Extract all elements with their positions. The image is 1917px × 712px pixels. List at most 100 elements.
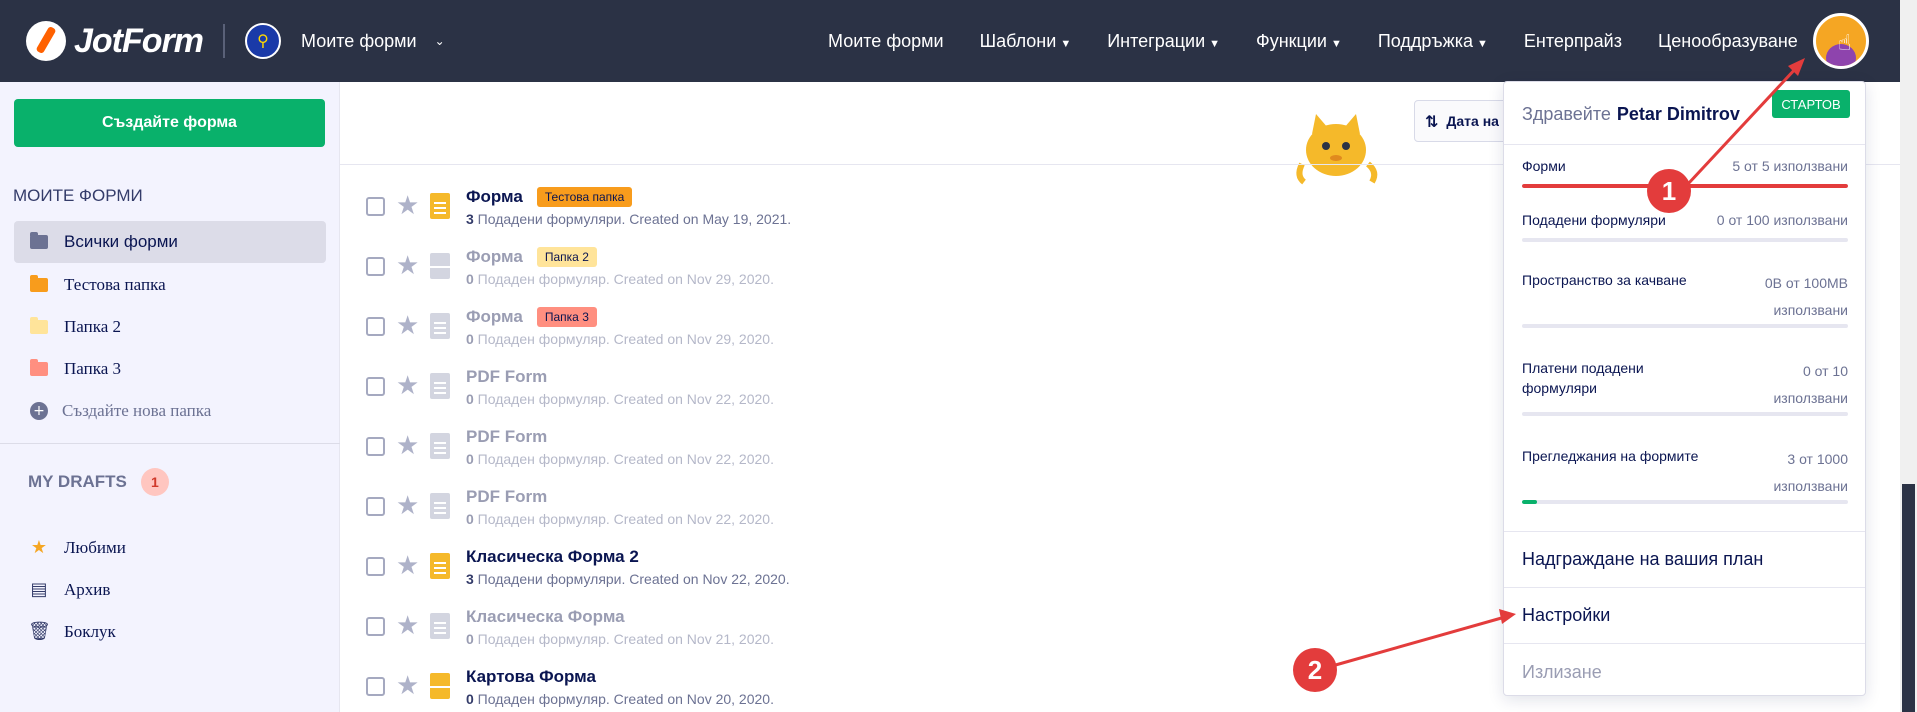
form-row[interactable]: ★ Форма Папка 2 0 Подаден формуляр. Created… — [366, 243, 1266, 303]
form-meta-text: Подадени формуляри. Created on May 19, 2… — [473, 211, 792, 227]
document-icon — [430, 313, 450, 339]
folder-tag[interactable]: Папка 2 — [536, 247, 597, 267]
nav-link[interactable]: Интеграции ▼ — [1107, 31, 1220, 52]
form-row[interactable]: ★ Форма Папка 3 0 Подаден формуляр. Created… — [366, 303, 1266, 363]
logo-text: JotForm — [74, 21, 204, 60]
favorite-star-icon[interactable]: ★ — [396, 611, 419, 641]
favorite-star-icon[interactable]: ★ — [396, 191, 419, 221]
sidebar-item-test-folder[interactable]: Тестова папка — [14, 264, 326, 306]
document-icon — [430, 613, 450, 639]
sort-label: Дата на — [1446, 113, 1499, 129]
nav-link[interactable]: Функции ▼ — [1256, 31, 1342, 52]
usage-label: Платени подадени формуляри — [1522, 360, 1644, 396]
form-row[interactable]: ★ PDF Form 0 Подаден формуляр. Created on … — [366, 483, 1266, 543]
pointer-hand-icon: ☝ — [1838, 30, 1852, 55]
form-meta: 0 Подаден формуляр. Created on Nov 22, 2… — [466, 511, 774, 527]
form-title[interactable]: Форма — [466, 307, 523, 327]
sidebar-link-favorites[interactable]: ★ Любими — [28, 537, 126, 558]
nav-link[interactable]: Ценообразуване — [1658, 31, 1798, 52]
favorite-star-icon[interactable]: ★ — [396, 311, 419, 341]
form-select-checkbox[interactable] — [366, 437, 385, 456]
usage-progress-fill — [1522, 500, 1537, 504]
submission-count: 0 — [466, 511, 474, 527]
submission-count: 0 — [466, 451, 474, 467]
myforms-switcher-label: Моите форми — [301, 30, 417, 51]
star-icon: ★ — [30, 537, 48, 558]
form-title-row: PDF Form — [466, 487, 547, 507]
form-meta-text: Подаден формуляр. Created on Nov 20, 202… — [473, 691, 774, 707]
sidebar-link-archive[interactable]: ▤ Архив — [28, 579, 110, 600]
form-select-checkbox[interactable] — [366, 377, 385, 396]
annotation-marker-1: 1 — [1647, 169, 1691, 213]
nav-link-label: Шаблони — [979, 30, 1057, 51]
form-row[interactable]: ★ Картова Форма 0 Подаден формуляр. Create… — [366, 663, 1266, 712]
page-scrollbar-thumb[interactable] — [1902, 484, 1915, 712]
form-select-checkbox[interactable] — [366, 257, 385, 276]
favorite-star-icon[interactable]: ★ — [396, 371, 419, 401]
nav-divider — [223, 24, 225, 58]
dropdown-divider — [1504, 643, 1865, 644]
favorite-star-icon[interactable]: ★ — [396, 671, 419, 701]
favorite-star-icon[interactable]: ★ — [396, 551, 419, 581]
folder-tag[interactable]: Тестова папка — [536, 187, 633, 207]
form-title[interactable]: PDF Form — [466, 487, 547, 507]
usage-value: 0 от 10 използвани — [1773, 363, 1848, 406]
form-select-checkbox[interactable] — [366, 557, 385, 576]
form-title[interactable]: Картова Форма — [466, 667, 596, 687]
sidebar-item-all-forms[interactable]: Всички форми — [14, 221, 326, 263]
create-form-button[interactable]: Създайте форма — [14, 99, 325, 147]
top-navigation-bar: JotForm ⚲ Моите форми ⌄ Моите форми Шабло… — [0, 0, 1900, 82]
form-row[interactable]: ★ Класическа Форма 2 3 Подадени формуляри.… — [366, 543, 1266, 603]
sidebar-link-label: Архив — [64, 579, 111, 599]
form-row[interactable]: ★ Форма Тестова папка 3 Подадени формуляри.… — [366, 183, 1266, 243]
usage-value: 0 от 100 използвани — [1716, 212, 1848, 228]
favorite-star-icon[interactable]: ★ — [396, 431, 419, 461]
form-title[interactable]: Класическа Форма — [466, 607, 625, 627]
form-title[interactable]: PDF Form — [466, 367, 547, 387]
sidebar-item-folder-2[interactable]: Папка 2 — [14, 306, 326, 348]
form-select-checkbox[interactable] — [366, 677, 385, 696]
form-meta: 0 Подаден формуляр. Created on Nov 22, 2… — [466, 391, 774, 407]
form-row[interactable]: ★ PDF Form 0 Подаден формуляр. Created on … — [366, 363, 1266, 423]
caret-down-icon: ▼ — [1330, 37, 1342, 50]
sidebar-link-trash[interactable]: 🗑 Боклук — [28, 621, 116, 642]
submission-count: 3 — [466, 571, 474, 587]
logout-link[interactable]: Излизане — [1522, 662, 1602, 683]
nav-link[interactable]: Моите форми — [828, 31, 944, 52]
user-avatar[interactable]: ☝ — [1813, 13, 1869, 69]
form-select-checkbox[interactable] — [366, 617, 385, 636]
form-row[interactable]: ★ Класическа Форма 0 Подаден формуляр. Cre… — [366, 603, 1266, 663]
form-title[interactable]: PDF Form — [466, 427, 547, 447]
upgrade-plan-link[interactable]: Надграждане на вашия план — [1522, 549, 1763, 570]
create-new-folder[interactable]: + Създайте нова папка — [14, 390, 326, 432]
nav-link[interactable]: Шаблони ▼ — [980, 31, 1072, 52]
settings-link[interactable]: Настройки — [1522, 605, 1610, 626]
jotform-logo-icon — [26, 21, 66, 61]
favorite-star-icon[interactable]: ★ — [396, 491, 419, 521]
form-title[interactable]: Форма — [466, 187, 523, 207]
form-title[interactable]: Класическа Форма 2 — [466, 547, 639, 567]
nav-link-label: Ценообразуване — [1657, 30, 1798, 51]
my-drafts[interactable]: MY DRAFTS 1 — [28, 468, 169, 496]
nav-link[interactable]: Ентерпрайз — [1524, 31, 1622, 52]
sidebar-item-folder-3[interactable]: Папка 3 — [14, 348, 326, 390]
dropdown-divider — [1504, 144, 1865, 145]
form-select-checkbox[interactable] — [366, 317, 385, 336]
form-title-row: Класическа Форма — [466, 607, 625, 627]
plan-badge[interactable]: СТАРТОВ — [1772, 90, 1850, 118]
form-meta-text: Подаден формуляр. Created on Nov 22, 202… — [473, 391, 774, 407]
myforms-switcher[interactable]: Моите форми ⌄ — [301, 31, 445, 52]
caret-down-icon: ▼ — [1209, 37, 1221, 50]
favorite-star-icon[interactable]: ★ — [396, 251, 419, 281]
form-title[interactable]: Форма — [466, 247, 523, 267]
submission-count: 3 — [466, 211, 474, 227]
form-select-checkbox[interactable] — [366, 197, 385, 216]
card-form-icon — [430, 253, 450, 279]
form-meta: 0 Подаден формуляр. Created on Nov 21, 2… — [466, 631, 774, 647]
usage-meter: Прегледжания на формите 3 от 1000 използв… — [1522, 446, 1848, 506]
jotform-logo[interactable]: JotForm — [26, 21, 204, 61]
folder-tag[interactable]: Папка 3 — [536, 307, 597, 327]
form-row[interactable]: ★ PDF Form 0 Подаден формуляр. Created on … — [366, 423, 1266, 483]
nav-link[interactable]: Поддръжка ▼ — [1378, 31, 1488, 52]
form-select-checkbox[interactable] — [366, 497, 385, 516]
